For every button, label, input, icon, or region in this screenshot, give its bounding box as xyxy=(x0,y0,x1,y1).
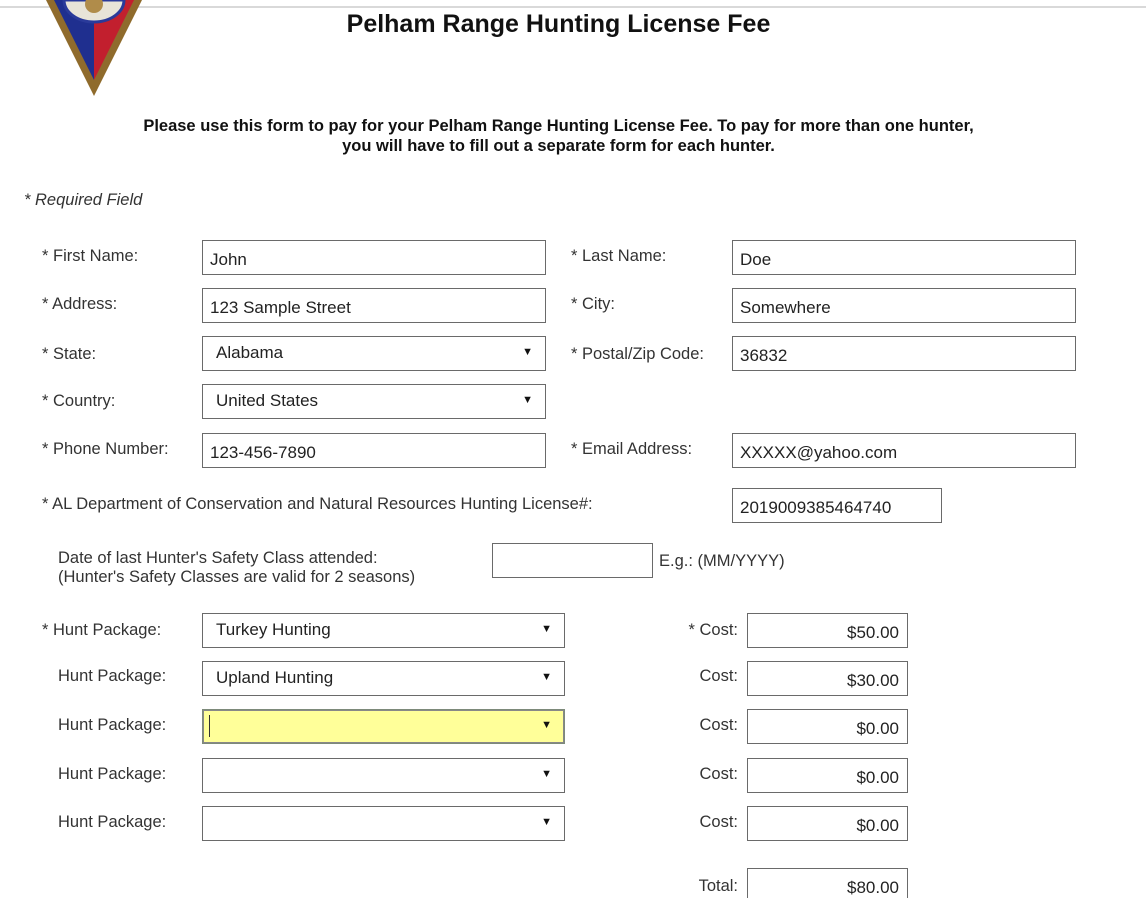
dropdown-arrow-icon: ▼ xyxy=(541,719,552,731)
phone-label: * Phone Number: xyxy=(42,440,169,458)
cost-label: Cost: xyxy=(699,716,738,734)
hunting-license-input[interactable]: 2019009385464740 xyxy=(732,488,942,523)
required-field-note: * Required Field xyxy=(24,191,143,209)
last-name-label: * Last Name: xyxy=(571,247,667,265)
cost-field: $30.00 xyxy=(747,661,908,696)
dropdown-arrow-icon: ▼ xyxy=(522,394,533,406)
intro-line-1: Please use this form to pay for your Pel… xyxy=(143,117,974,135)
top-divider xyxy=(0,6,1146,8)
first-name-label: * First Name: xyxy=(42,247,139,265)
address-label: * Address: xyxy=(42,295,118,313)
email-label: * Email Address: xyxy=(571,440,693,458)
hunt-package-label: Hunt Package: xyxy=(58,716,167,734)
safety-class-label: Date of last Hunter's Safety Class atten… xyxy=(58,549,415,587)
safety-class-date-hint: E.g.: (MM/YYYY) xyxy=(659,552,785,570)
text-cursor xyxy=(209,715,210,737)
state-select-value: Alabama xyxy=(216,343,284,362)
cost-field: $0.00 xyxy=(747,758,908,793)
total-label: Total: xyxy=(698,877,738,895)
phone-input[interactable]: 123-456-7890 xyxy=(202,433,546,468)
cost-label: * Cost: xyxy=(688,621,738,639)
cost-label: Cost: xyxy=(699,667,738,685)
hunt-package-select[interactable]: Turkey Hunting ▼ xyxy=(202,613,565,648)
cost-label: Cost: xyxy=(699,813,738,831)
hunt-package-label: Hunt Package: xyxy=(58,667,167,685)
address-input[interactable]: 123 Sample Street xyxy=(202,288,546,323)
dropdown-arrow-icon: ▼ xyxy=(541,623,552,635)
intro-text: Please use this form to pay for your Pel… xyxy=(50,116,1067,156)
safety-class-label-line-2: (Hunter's Safety Classes are valid for 2… xyxy=(58,568,416,586)
postal-code-label: * Postal/Zip Code: xyxy=(571,345,704,363)
country-select[interactable]: United States ▼ xyxy=(202,384,546,419)
dropdown-arrow-icon: ▼ xyxy=(541,768,552,780)
hunt-package-select[interactable]: ▼ xyxy=(202,806,565,841)
intro-line-2: you will have to fill out a separate for… xyxy=(342,137,775,155)
cost-field: $0.00 xyxy=(747,806,908,841)
first-name-input[interactable]: John xyxy=(202,240,546,275)
country-label: * Country: xyxy=(42,392,116,410)
dropdown-arrow-icon: ▼ xyxy=(522,346,533,358)
hunting-license-label: * AL Department of Conservation and Natu… xyxy=(42,495,593,513)
safety-class-label-line-1: Date of last Hunter's Safety Class atten… xyxy=(58,549,378,567)
hunt-package-value: Turkey Hunting xyxy=(216,620,331,639)
hunt-package-label: Hunt Package: xyxy=(58,765,167,783)
email-input[interactable]: XXXXX@yahoo.com xyxy=(732,433,1076,468)
total-field: $80.00 xyxy=(747,868,908,898)
hunt-package-value: Upland Hunting xyxy=(216,668,334,687)
city-input[interactable]: Somewhere xyxy=(732,288,1076,323)
state-select[interactable]: Alabama ▼ xyxy=(202,336,546,371)
hunt-package-select[interactable]: ▼ xyxy=(202,758,565,793)
last-name-input[interactable]: Doe xyxy=(732,240,1076,275)
hunt-package-label: Hunt Package: xyxy=(58,813,167,831)
cost-field: $50.00 xyxy=(747,613,908,648)
page-title: Pelham Range Hunting License Fee xyxy=(346,10,771,38)
dropdown-arrow-icon: ▼ xyxy=(541,816,552,828)
city-label: * City: xyxy=(571,295,616,313)
state-label: * State: xyxy=(42,345,97,363)
safety-class-date-input[interactable] xyxy=(492,543,653,578)
country-select-value: United States xyxy=(216,391,319,410)
hunt-package-select-focused[interactable]: ▼ xyxy=(202,709,565,744)
postal-code-input[interactable]: 36832 xyxy=(732,336,1076,371)
cost-label: Cost: xyxy=(699,765,738,783)
dropdown-arrow-icon: ▼ xyxy=(541,671,552,683)
hunt-package-select[interactable]: Upland Hunting ▼ xyxy=(202,661,565,696)
hunt-package-label: * Hunt Package: xyxy=(42,621,162,639)
cost-field: $0.00 xyxy=(747,709,908,744)
